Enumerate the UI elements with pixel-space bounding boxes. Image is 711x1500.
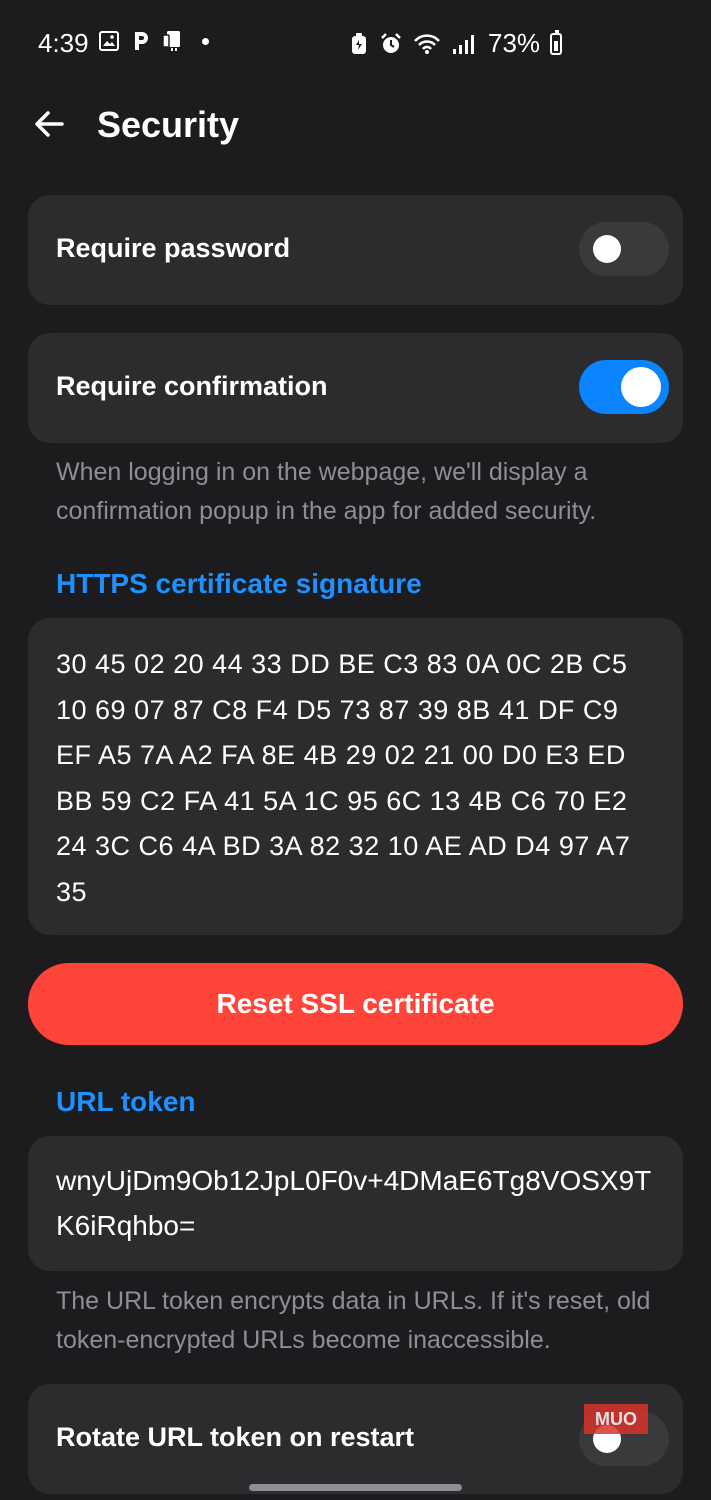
signal-icon xyxy=(452,33,474,55)
url-token-description: The URL token encrypts data in URLs. If … xyxy=(56,1287,651,1354)
require-password-label: Require password xyxy=(56,233,291,263)
reset-ssl-certificate-button[interactable]: Reset SSL certificate xyxy=(28,963,683,1045)
alarm-icon xyxy=(380,32,402,55)
toggle-knob xyxy=(621,367,661,407)
require-confirmation-toggle[interactable] xyxy=(579,360,669,414)
gallery-icon xyxy=(98,30,120,52)
back-button[interactable] xyxy=(30,104,70,144)
status-left-icons xyxy=(98,30,209,52)
url-token-section-header: URL token xyxy=(56,1086,196,1117)
require-password-toggle[interactable] xyxy=(579,222,669,276)
rotate-url-token-row[interactable]: Rotate URL token on restart xyxy=(28,1384,683,1494)
parking-icon xyxy=(130,30,152,52)
status-right-icons: 73% xyxy=(348,28,563,59)
page-title: Security xyxy=(97,104,240,145)
battery-icon xyxy=(550,29,563,55)
device-icon xyxy=(162,30,184,52)
certificate-signature-card: 30 45 02 20 44 33 DD BE C3 83 0A 0C 2B C… xyxy=(28,618,683,935)
rotate-url-token-label: Rotate URL token on restart xyxy=(56,1422,415,1452)
notification-dot-icon xyxy=(202,37,209,45)
url-token-value: wnyUjDm9Ob12JpL0F0v+4DMaE6Tg8VOSX9TK6iRq… xyxy=(56,1165,652,1241)
wifi-icon xyxy=(412,33,442,55)
require-confirmation-row[interactable]: Require confirmation xyxy=(28,333,683,443)
certificate-section-header: HTTPS certificate signature xyxy=(56,568,422,599)
status-bar: 4:39 73% xyxy=(0,0,711,86)
watermark-logo: MUO xyxy=(584,1404,648,1434)
toggle-knob xyxy=(593,235,621,263)
battery-saver-icon xyxy=(348,32,370,55)
arrow-left-icon xyxy=(35,111,64,137)
battery-percentage: 73% xyxy=(488,28,541,58)
url-token-card: wnyUjDm9Ob12JpL0F0v+4DMaE6Tg8VOSX9TK6iRq… xyxy=(28,1136,683,1271)
require-confirmation-label: Require confirmation xyxy=(56,371,328,401)
status-time: 4:39 xyxy=(38,28,89,58)
require-password-row[interactable]: Require password xyxy=(28,195,683,305)
certificate-signature-text: 30 45 02 20 44 33 DD BE C3 83 0A 0C 2B C… xyxy=(56,649,631,907)
app-bar: Security xyxy=(0,86,711,166)
confirmation-description: When logging in on the webpage, we'll di… xyxy=(56,458,597,525)
home-indicator[interactable] xyxy=(249,1484,462,1491)
